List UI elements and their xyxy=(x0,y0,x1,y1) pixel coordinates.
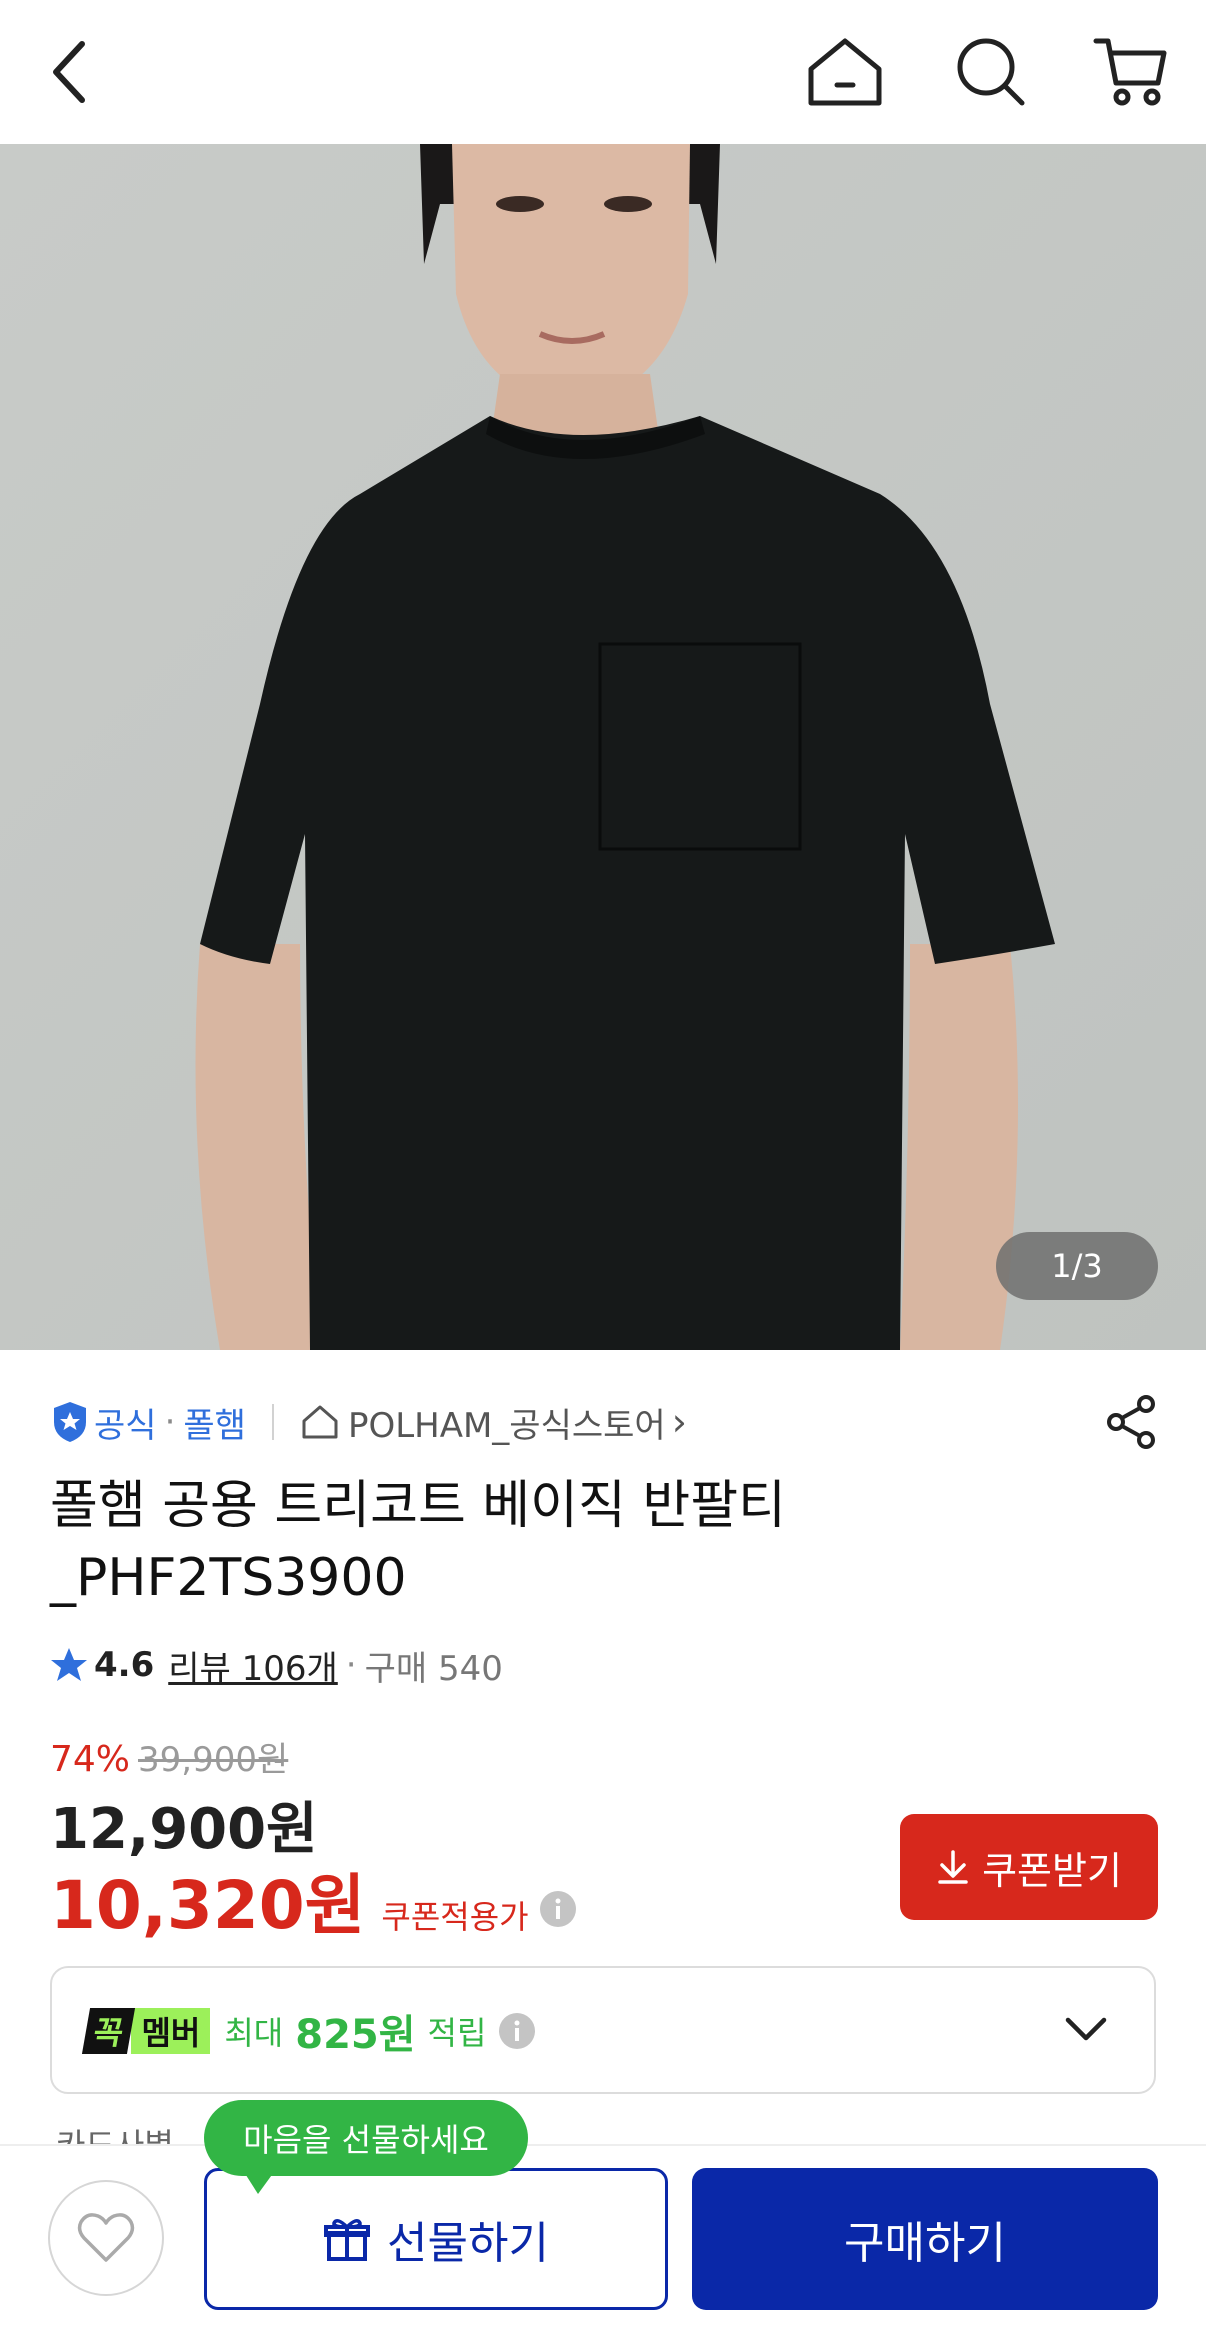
search-icon[interactable] xyxy=(946,30,1036,114)
official-label: 공식 xyxy=(94,1405,157,1446)
buy-button[interactable]: 구매하기 xyxy=(692,2168,1158,2310)
top-bar xyxy=(0,0,1206,144)
discount-rate: 74% xyxy=(50,1739,131,1780)
member-badge: 꼭 멤버 xyxy=(81,2008,211,2054)
rating-score: 4.6 xyxy=(94,1645,155,1685)
original-price: 39,900원 xyxy=(138,1740,289,1780)
coupon-price: 10,320원 xyxy=(50,1867,366,1944)
wishlist-button[interactable] xyxy=(48,2180,164,2296)
gift-button-label: 선물하기 xyxy=(387,2218,549,2269)
member-info-icon[interactable] xyxy=(498,2012,536,2050)
store-link[interactable]: POLHAM_공식스토어 xyxy=(348,1398,666,1447)
gift-tooltip-text: 마음을 선물하세요 xyxy=(243,2121,489,2159)
coupon-download-button[interactable]: 쿠폰받기 xyxy=(900,1814,1158,1920)
member-benefit-box[interactable]: 꼭 멤버 최대 825원 적립 xyxy=(50,1966,1156,2094)
review-link[interactable]: 리뷰 106개 xyxy=(168,1641,338,1690)
seller-separator: · xyxy=(164,1402,176,1442)
chevron-down-icon[interactable] xyxy=(1064,2012,1108,2044)
member-prefix: 최대 xyxy=(224,2014,284,2052)
store-home-icon xyxy=(300,1403,340,1441)
coupon-price-label: 쿠폰적용가 xyxy=(381,1898,529,1936)
brand-link[interactable]: 폴햄 xyxy=(183,1398,246,1447)
rating-row: 4.6 리뷰 106개 · 구매 540 xyxy=(50,1640,503,1690)
coupon-price-row: 10,320원 쿠폰적용가 xyxy=(50,1852,577,1948)
discount-row: 74% 39,900원 xyxy=(50,1732,288,1781)
star-icon xyxy=(50,1647,88,1683)
product-title-line2: _PHF2TS3900 xyxy=(50,1548,407,1608)
download-icon xyxy=(936,1849,970,1885)
member-badge-part2: 멤버 xyxy=(131,2008,211,2054)
coupon-download-label: 쿠폰받기 xyxy=(982,1848,1122,1893)
member-points: 825원 xyxy=(295,2012,416,2058)
cart-icon[interactable] xyxy=(1086,30,1176,114)
tooltip-tail xyxy=(244,2172,274,2194)
home-icon[interactable] xyxy=(800,30,890,114)
image-page-indicator: 1/3 xyxy=(996,1232,1158,1300)
product-image[interactable]: 1/3 xyxy=(0,144,1206,1350)
gift-tooltip: 마음을 선물하세요 xyxy=(204,2100,528,2194)
official-badge-icon xyxy=(50,1400,90,1444)
bottom-action-bar: 선물하기 구매하기 xyxy=(0,2144,1206,2336)
store-chevron-icon: › xyxy=(671,1400,687,1444)
buy-button-label: 구매하기 xyxy=(844,2218,1006,2269)
product-title-line1: 폴햄 공용 트리코트 베이직 반팔티 xyxy=(50,1476,786,1536)
purchase-count: 구매 540 xyxy=(364,1648,503,1689)
member-badge-part1: 꼭 xyxy=(81,2008,136,2054)
product-title: 폴햄 공용 트리코트 베이직 반팔티 _PHF2TS3900 xyxy=(50,1470,1050,1614)
info-icon[interactable] xyxy=(539,1890,577,1928)
rating-separator: · xyxy=(345,1645,357,1685)
member-suffix: 적립 xyxy=(427,2014,487,2052)
gift-icon xyxy=(324,2219,371,2261)
back-icon[interactable] xyxy=(30,36,110,108)
heart-icon xyxy=(77,2213,135,2262)
divider xyxy=(271,1404,274,1440)
seller-row: 공식 · 폴햄 POLHAM_공식스토어 › xyxy=(50,1394,1160,1450)
share-icon[interactable] xyxy=(1104,1394,1160,1450)
